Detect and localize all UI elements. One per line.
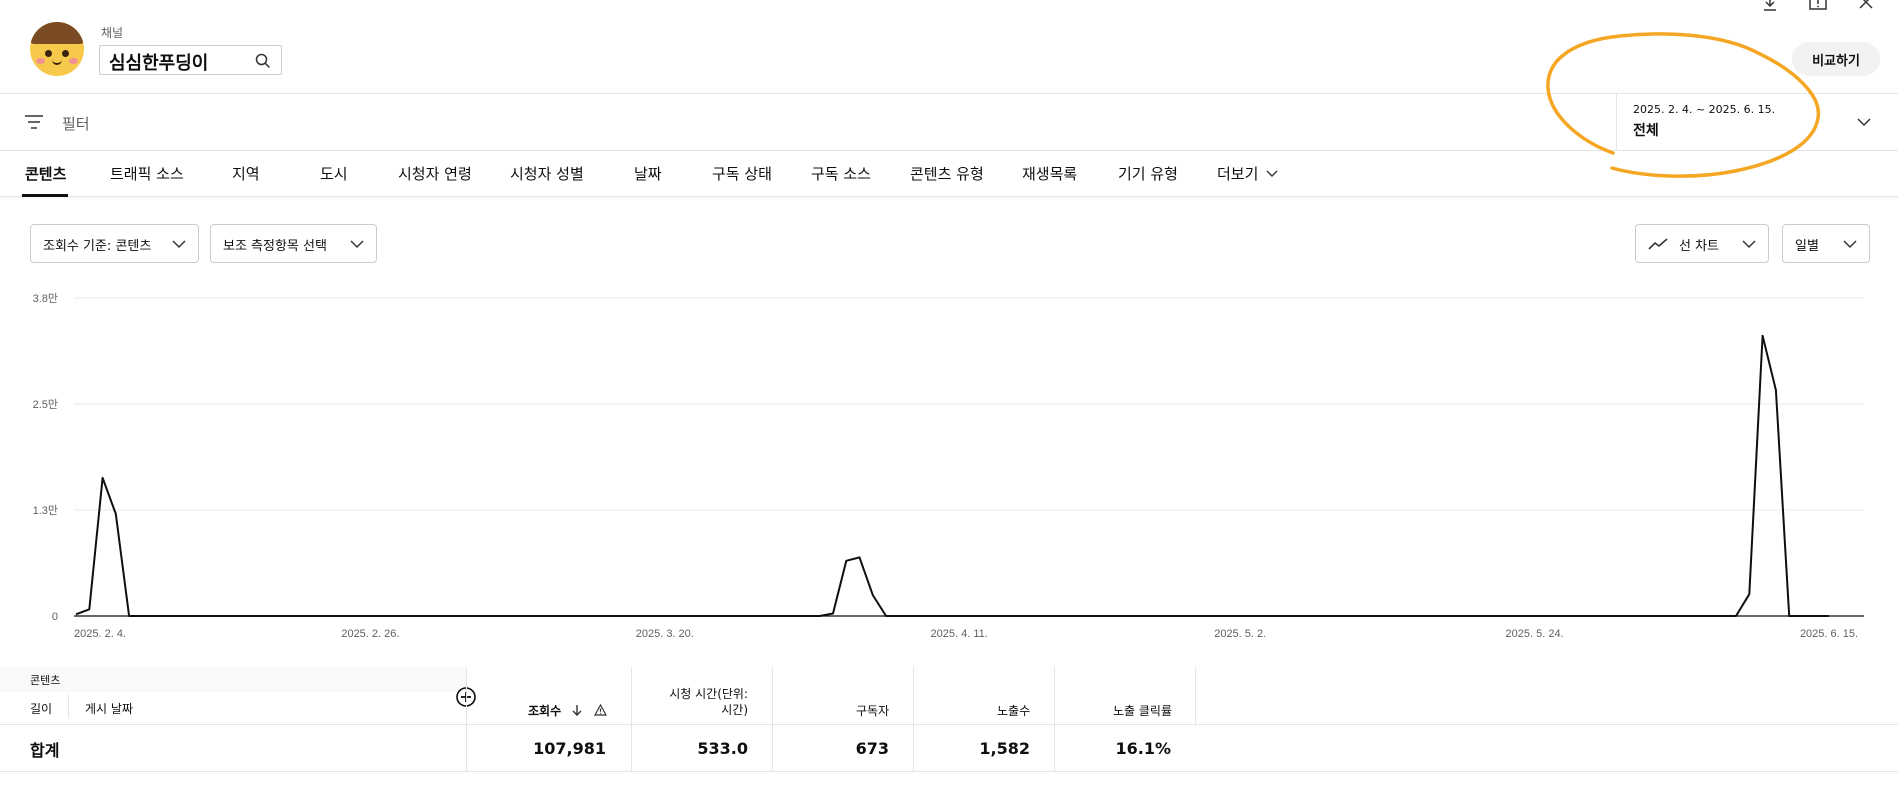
channel-caption: 채널 [101,26,124,40]
analytics-page: { "header": { "channel_caption": "채널", "… [0,0,1898,805]
feedback-icon[interactable] [1807,0,1829,14]
content-table: 콘텐츠 길이 게시 날짜 조회수 시청 시간(단위: 시간) 구독자 노출수 노… [0,667,1898,772]
x-tick-label: 2025. 5. 24. [1506,628,1564,640]
tab-traffic-source[interactable]: 트래픽 소스 [110,163,184,184]
tab-geography[interactable]: 지역 [232,163,260,184]
line-chart-icon [1648,238,1668,250]
tab-date[interactable]: 날짜 [634,163,662,184]
col-header-views-label: 조회수 [528,704,562,718]
date-range-selector[interactable]: 2025. 2. 4. ~ 2025. 6. 15. 전체 [1616,94,1898,151]
date-range-text: 2025. 2. 4. ~ 2025. 6. 15. [1633,103,1776,116]
tab-viewer-age[interactable]: 시청자 연령 [398,163,472,184]
tab-more[interactable]: 더보기 [1217,163,1278,184]
table-group-header: 콘텐츠 [30,674,61,687]
search-icon[interactable] [255,53,271,69]
interval-label: 일별 [1795,239,1819,254]
secondary-metric-label: 보조 측정항목 선택 [223,239,327,254]
x-tick-label: 2025. 3. 20. [636,628,694,640]
channel-search-input[interactable]: 심심한푸딩이 [99,45,282,75]
metric-dropdown-label: 조회수 기준: 콘텐츠 [43,239,152,254]
y-tick-label: 1.3만 [33,504,58,517]
tab-more-label: 더보기 [1217,165,1259,183]
col-header-subscribers[interactable]: 구독자 [856,702,889,719]
table-group-header-bg [0,667,466,692]
tab-content[interactable]: 콘텐츠 [25,163,66,184]
tab-content-type[interactable]: 콘텐츠 유형 [910,163,984,184]
col-header-views[interactable]: 조회수 [528,702,607,719]
y-tick-label: 2.5만 [33,398,58,411]
x-tick-label: 2025. 5. 2. [1214,628,1266,640]
col-header-length[interactable]: 길이 [30,700,52,717]
chevron-down-icon [1857,118,1871,127]
chart-type-label: 선 차트 [1679,239,1720,254]
close-icon[interactable] [1855,0,1877,14]
total-row-label: 합계 [30,741,60,760]
total-impressions: 1,582 [979,739,1030,758]
filter-bar: 필터 2025. 2. 4. ~ 2025. 6. 15. 전체 [0,94,1898,151]
views-line-chart: 0 1.3만 2.5만 3.8만 2025. 2. 4. 2025. 2. 26. 2025… [33,292,1864,640]
col-header-publish-date[interactable]: 게시 날짜 [85,700,133,717]
tab-subscription-source[interactable]: 구독 소스 [811,163,871,184]
tab-city[interactable]: 도시 [320,163,348,184]
x-tick-label: 2025. 4. 11. [931,628,988,640]
chevron-down-icon [1266,170,1278,177]
date-preset-text: 전체 [1633,123,1659,139]
filter-input[interactable]: 필터 [62,113,90,134]
interval-dropdown[interactable]: 일별 [1782,224,1870,263]
download-icon[interactable] [1759,0,1781,14]
metric-dropdown[interactable]: 조회수 기준: 콘텐츠 [30,224,199,263]
y-tick-label: 0 [52,611,58,623]
col-header-impressions[interactable]: 노출수 [997,702,1030,719]
y-tick-label: 3.8만 [33,292,58,305]
total-ctr: 16.1% [1115,739,1171,758]
x-tick-label: 2025. 6. 15. [1800,628,1858,640]
tab-viewer-gender[interactable]: 시청자 성별 [510,163,584,184]
tab-playlist[interactable]: 재생목록 [1022,163,1077,184]
x-tick-label: 2025. 2. 4. [74,628,126,640]
views-series-line[interactable] [75,334,1829,617]
chevron-down-icon [1843,240,1857,249]
total-subscribers: 673 [855,739,889,758]
chevron-down-icon [1742,240,1756,249]
chevron-down-icon [350,240,364,249]
tab-subscription-status[interactable]: 구독 상태 [712,163,772,184]
x-tick-label: 2025. 2. 26. [341,628,399,640]
total-views: 107,981 [533,739,606,758]
channel-header: 채널 심심한푸딩이 비교하기 [0,0,1898,94]
col-header-watch-time[interactable]: 시청 시간(단위: 시간) [660,686,748,718]
compare-button[interactable]: 비교하기 [1792,42,1880,76]
chevron-down-icon [172,240,186,249]
secondary-metric-dropdown[interactable]: 보조 측정항목 선택 [210,224,377,263]
channel-avatar [30,22,84,76]
total-watch-time: 533.0 [697,739,748,758]
sort-down-icon[interactable] [571,704,583,716]
chart-type-dropdown[interactable]: 선 차트 [1635,224,1769,263]
active-tab-indicator [22,194,68,197]
channel-name: 심심한푸딩이 [109,53,209,74]
warning-icon[interactable] [593,703,607,716]
dimension-tabs: 콘텐츠 트래픽 소스 지역 도시 시청자 연령 시청자 성별 날짜 구독 상태 … [0,151,1898,197]
col-header-ctr[interactable]: 노출 클릭률 [1113,702,1172,719]
filter-icon[interactable] [24,114,44,130]
tab-device-type[interactable]: 기기 유형 [1118,163,1178,184]
